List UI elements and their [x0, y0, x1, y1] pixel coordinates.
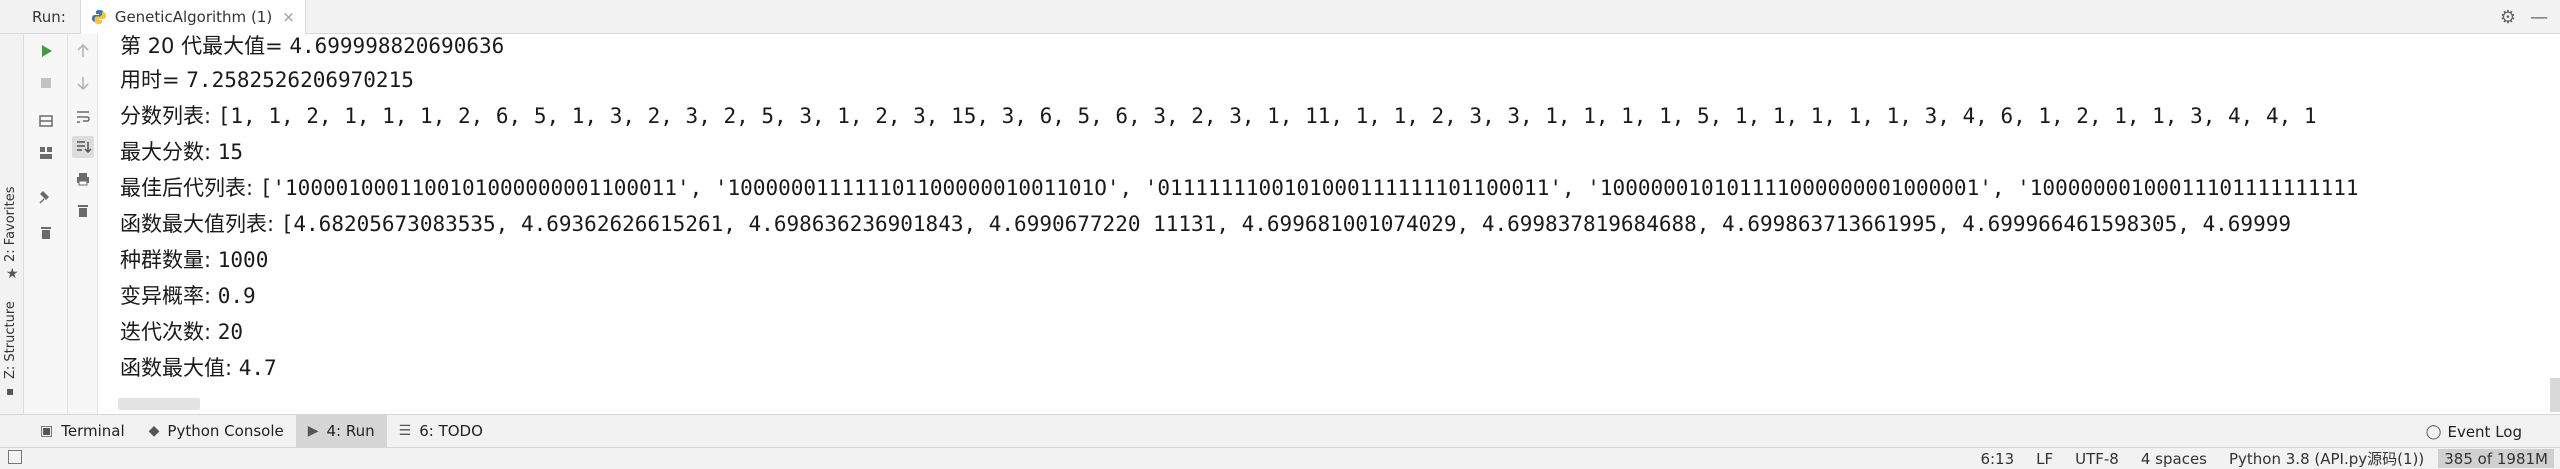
tab-terminal[interactable]: ▣ Terminal	[28, 414, 137, 448]
soft-wrap-icon[interactable]	[72, 106, 94, 128]
run-label: Run:	[32, 7, 66, 26]
console-line: 第 20 代最大值= 4.699998820690636	[120, 34, 505, 58]
console-controls	[68, 34, 98, 414]
scroll-to-end-icon[interactable]	[72, 136, 94, 158]
console-line: 迭代次数: 20	[120, 320, 244, 344]
console-line: 变异概率: 0.9	[120, 284, 256, 308]
python-console-icon: ◆	[148, 423, 160, 439]
tab-todo[interactable]: ☰ 6: TODO	[387, 414, 495, 448]
favorites-tab[interactable]: 2: Favorites	[3, 186, 18, 262]
restore-layout-icon[interactable]	[35, 110, 57, 132]
event-log-button[interactable]: ◯ Event Log	[2426, 415, 2522, 449]
run-configuration-tab[interactable]: GeneticAlgorithm (1) ×	[79, 0, 306, 34]
run-tab-title: GeneticAlgorithm (1)	[114, 7, 273, 26]
structure-tab[interactable]: Z: Structure	[3, 301, 18, 379]
delete-icon[interactable]	[72, 200, 94, 222]
print-icon[interactable]	[72, 168, 94, 190]
gear-icon[interactable]: ⚙	[2500, 7, 2516, 28]
tool-window-bar: ▣ Terminal ◆ Python Console ▶ 4: Run ☰ 6…	[0, 414, 2560, 448]
console-line: 用时= 7.2582526206970215	[120, 68, 414, 92]
console-line: 函数最大值: 4.7	[120, 356, 277, 380]
rerun-icon[interactable]	[35, 40, 57, 62]
run-controls	[24, 34, 68, 414]
file-encoding[interactable]: UTF-8	[2075, 450, 2119, 468]
todo-icon: ☰	[398, 423, 412, 439]
minimize-icon[interactable]: —	[2530, 7, 2548, 28]
star-icon: ★	[6, 266, 19, 282]
console-output[interactable]: 第 20 代最大值= 4.699998820690636 用时= 7.25825…	[98, 34, 2560, 414]
horizontal-scrollbar[interactable]	[118, 398, 200, 410]
indent-setting[interactable]: 4 spaces	[2141, 450, 2207, 468]
trash-icon[interactable]	[35, 222, 57, 244]
close-icon[interactable]: ×	[282, 8, 295, 26]
console-line: 最大分数: 15	[120, 140, 244, 164]
python-interpreter[interactable]: Python 3.8 (API.py源码(1))	[2229, 448, 2424, 469]
tab-run[interactable]: ▶ 4: Run	[295, 414, 387, 448]
tool-windows-icon[interactable]	[8, 450, 22, 464]
pin-icon[interactable]	[35, 186, 57, 208]
run-icon: ▶	[307, 423, 319, 439]
console-line: 种群数量: 1000	[120, 248, 269, 272]
tab-python-console[interactable]: ◆ Python Console	[137, 414, 296, 448]
caret-position[interactable]: 6:13	[1980, 450, 2014, 468]
terminal-icon: ▣	[40, 423, 54, 439]
console-line: 分数列表: [1, 1, 2, 1, 1, 1, 2, 6, 5, 1, 3, …	[120, 104, 2317, 128]
console-line: 最佳后代列表: ['100001000110010100000000110001…	[120, 176, 2359, 200]
layout-icon[interactable]	[35, 142, 57, 164]
arrow-down-icon[interactable]	[72, 72, 94, 94]
stop-icon[interactable]	[35, 72, 57, 94]
vertical-scrollbar[interactable]	[2550, 378, 2560, 412]
arrow-up-icon[interactable]	[72, 40, 94, 62]
line-separator[interactable]: LF	[2036, 450, 2053, 468]
run-toolbar: Run: GeneticAlgorithm (1) × ⚙ —	[0, 0, 2560, 34]
structure-icon: ▪	[6, 384, 15, 398]
event-log-icon: ◯	[2425, 424, 2442, 440]
left-tool-strip: 2: Favorites ★ Z: Structure ▪	[0, 34, 24, 414]
status-bar: 6:13 LF UTF-8 4 spaces Python 3.8 (API.p…	[0, 448, 2560, 469]
memory-indicator[interactable]: 385 of 1981M	[2438, 449, 2554, 468]
python-icon	[91, 9, 106, 24]
console-line: 函数最大值列表: [4.68205673083535, 4.6936262661…	[120, 212, 2291, 236]
